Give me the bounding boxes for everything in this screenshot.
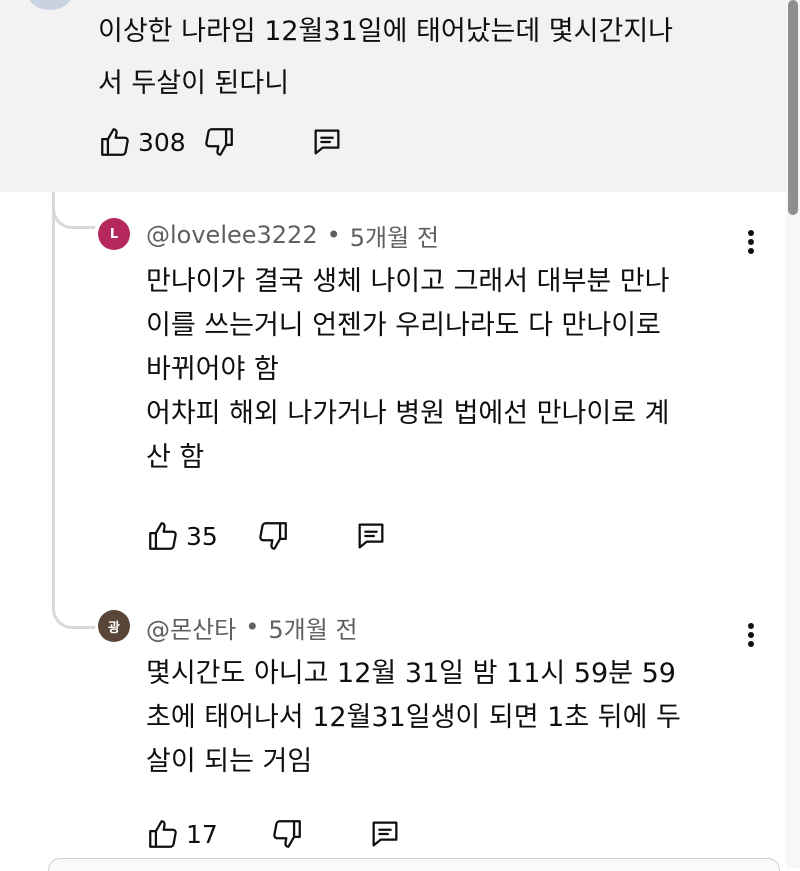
like-button[interactable]: 308 <box>98 125 186 159</box>
like-count: 308 <box>138 127 186 157</box>
like-button[interactable]: 35 <box>146 519 218 553</box>
like-button[interactable]: 17 <box>146 817 218 851</box>
thread-connector <box>52 600 95 629</box>
thread-connector <box>52 200 95 229</box>
more-vertical-icon[interactable] <box>741 620 761 650</box>
dislike-button[interactable] <box>270 817 304 851</box>
reply-comment-icon <box>358 523 384 549</box>
thumbs-down-icon <box>273 820 301 848</box>
dislike-button[interactable] <box>202 125 236 159</box>
parent-avatar[interactable] <box>28 0 72 10</box>
like-count: 35 <box>186 521 218 551</box>
separator-dot: • <box>245 613 260 641</box>
reply-action-bar: 35 <box>146 514 388 558</box>
reply-comment-icon <box>314 129 340 155</box>
scrollbar-thumb[interactable] <box>788 0 798 215</box>
like-count: 17 <box>186 819 218 849</box>
comment-line: 산 함 <box>146 442 205 473</box>
comment-line: 어차피 해외 나가거나 병원 법에선 만나이로 계 <box>146 398 670 429</box>
thumbs-down-icon <box>204 128 233 156</box>
reply-text: 만나이가 결국 생체 나이고 그래서 대부분 만나 이를 쓰는거니 언젠가 우리… <box>146 260 746 480</box>
thumbs-down-icon <box>259 522 287 550</box>
reply-comment-icon <box>372 821 398 847</box>
scrollbar[interactable] <box>786 0 800 868</box>
reply-header: @몬산타 • 5개월 전 <box>146 610 358 644</box>
reply-avatar[interactable]: 광 <box>98 610 130 642</box>
next-panel-edge <box>48 858 780 871</box>
parent-action-bar: 308 <box>98 120 344 164</box>
more-vertical-icon[interactable] <box>741 227 761 257</box>
comment-line: 만나이가 결국 생체 나이고 그래서 대부분 만나 <box>146 266 670 297</box>
separator-dot: • <box>326 221 341 249</box>
reply-author[interactable]: @몬산타 <box>146 610 236 645</box>
comment-line: 이상한 나라임 12월31일에 태어났는데 몇시간지나 <box>98 16 674 47</box>
reply-button[interactable] <box>310 125 344 159</box>
reply-button[interactable] <box>368 817 402 851</box>
dislike-button[interactable] <box>256 519 290 553</box>
comment-line: 서 두살이 된다니 <box>98 68 290 99</box>
reply-avatar[interactable]: L <box>98 218 130 250</box>
reply-action-bar: 17 <box>146 812 402 856</box>
parent-comment: 이상한 나라임 12월31일에 태어났는데 몇시간지나 서 두살이 된다니 30… <box>0 0 786 192</box>
reply-button[interactable] <box>354 519 388 553</box>
parent-comment-text: 이상한 나라임 12월31일에 태어났는데 몇시간지나 서 두살이 된다니 <box>98 6 748 110</box>
avatar-letter: L <box>109 226 119 242</box>
thumbs-up-icon <box>101 128 129 156</box>
comment-line: 살이 되는 거임 <box>146 746 313 777</box>
comment-line: 초에 태어나서 12월31일생이 되면 1초 뒤에 두 <box>146 702 681 733</box>
reply-author[interactable]: @lovelee3222 <box>146 221 318 249</box>
reply-header: @lovelee3222 • 5개월 전 <box>146 218 439 252</box>
avatar-letter: 광 <box>108 620 120 636</box>
comment-line: 바뀌어야 함 <box>146 354 279 385</box>
comment-line: 이를 쓰는거니 언젠가 우리나라도 다 만나이로 <box>146 310 661 341</box>
reply-time[interactable]: 5개월 전 <box>350 218 439 253</box>
comment-line: 몇시간도 아니고 12월 31일 밤 11시 59분 59 <box>146 658 676 689</box>
thread-line <box>52 192 55 602</box>
thumbs-up-icon <box>149 820 177 848</box>
reply-text: 몇시간도 아니고 12월 31일 밤 11시 59분 59 초에 태어나서 12… <box>146 652 746 784</box>
thumbs-up-icon <box>149 522 177 550</box>
reply-time[interactable]: 5개월 전 <box>268 610 357 645</box>
